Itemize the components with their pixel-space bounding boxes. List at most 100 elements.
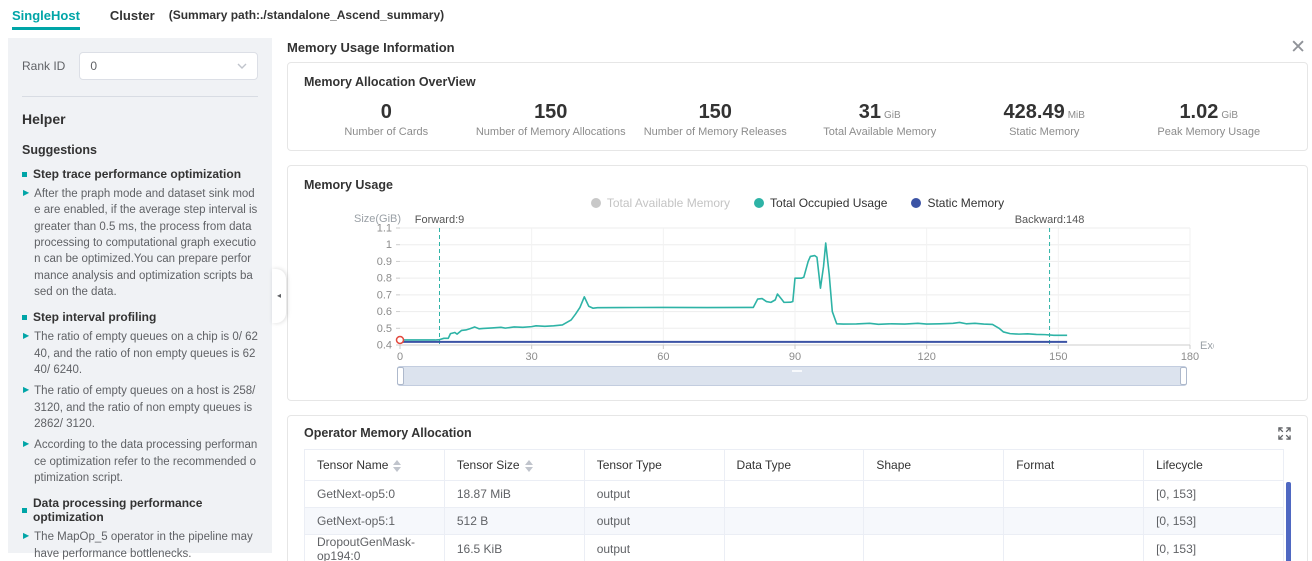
overview-stat: 150Number of Memory Allocations (469, 101, 634, 138)
page-title: Memory Usage Information (287, 40, 455, 55)
square-bullet-icon (22, 172, 27, 177)
suggestion-section: Step trace performance optimization ▶Afte… (22, 167, 258, 300)
table-row: GetNext-op5:018.87 MiBoutput [0, 153] (305, 481, 1284, 508)
svg-text:Execution ID: Execution ID (1200, 340, 1214, 352)
legend-item[interactable]: Static Memory (911, 196, 1004, 210)
suggestions-list: Step trace performance optimization ▶Afte… (22, 167, 258, 561)
tab-singlehost[interactable]: SingleHost (12, 8, 80, 23)
triangle-bullet-icon: ▶ (23, 386, 29, 432)
table-cell: output (584, 535, 724, 561)
svg-text:0.7: 0.7 (377, 289, 392, 301)
triangle-bullet-icon: ▶ (23, 189, 29, 300)
table-row: DropoutGenMask-op194:016.5 KiBoutput [0, … (305, 535, 1284, 561)
suggestions-title: Suggestions (22, 143, 258, 157)
svg-text:0.5: 0.5 (377, 323, 392, 335)
memory-usage-card-title: Memory Usage (304, 178, 1291, 192)
summary-path: (Summary path:./standalone_Ascend_summar… (169, 8, 444, 22)
slider-right-handle[interactable] (1180, 367, 1187, 385)
tab-cluster[interactable]: Cluster (110, 8, 155, 23)
operator-table-wrap: Tensor NameTensor SizeTensor TypeData Ty… (304, 449, 1291, 561)
overview-card-title: Memory Allocation OverView (304, 75, 1291, 89)
svg-text:30: 30 (526, 351, 538, 363)
overview-stat: 428.49MiBStatic Memory (962, 101, 1127, 138)
suggestion-section-title: Step interval profiling (22, 310, 258, 324)
table-cell (864, 508, 1004, 535)
suggestion-section: Step interval profiling ▶The ratio of emp… (22, 310, 258, 486)
square-bullet-icon (22, 315, 27, 320)
chart-legend: Total Available Memory Total Occupied Usa… (304, 194, 1291, 212)
table-cell: [0, 153] (1144, 508, 1284, 535)
table-cell: 512 B (444, 508, 584, 535)
square-bullet-icon (22, 508, 27, 513)
legend-item[interactable]: Total Occupied Usage (754, 196, 887, 210)
svg-text:0.4: 0.4 (377, 340, 392, 352)
triangle-bullet-icon: ▶ (23, 440, 29, 486)
top-tab-bar: SingleHost Cluster (Summary path:./stand… (0, 0, 1312, 30)
operator-memory-table: Tensor NameTensor SizeTensor TypeData Ty… (304, 449, 1284, 561)
svg-text:1: 1 (386, 239, 392, 251)
fullscreen-expand-icon[interactable] (1278, 427, 1291, 440)
triangle-bullet-icon: ▶ (23, 332, 29, 378)
legend-dot-icon (754, 198, 764, 208)
table-cell: output (584, 508, 724, 535)
sort-icon[interactable] (393, 460, 401, 472)
operator-memory-card: Operator Memory Allocation Tensor NameTe… (287, 415, 1308, 561)
overview-stat: 1.02GiBPeak Memory Usage (1127, 101, 1292, 138)
overview-stat: 0Number of Cards (304, 101, 469, 138)
suggestion-item: ▶The MapOp_5 operator in the pipeline ma… (22, 529, 258, 561)
sidebar-collapse-handle[interactable]: ◂ (272, 269, 286, 323)
suggestion-section-title: Step trace performance optimization (22, 167, 258, 181)
legend-dot-icon (911, 198, 921, 208)
table-cell: GetNext-op5:1 (305, 508, 445, 535)
sidebar-divider (22, 96, 258, 97)
legend-dot-icon (591, 198, 601, 208)
column-header: Tensor Type (584, 450, 724, 481)
table-cell (724, 481, 864, 508)
table-cell: 16.5 KiB (444, 535, 584, 561)
suggestion-item: ▶After the praph mode and dataset sink m… (22, 186, 258, 300)
chevron-down-icon (237, 63, 247, 69)
table-scrollbar[interactable] (1286, 482, 1291, 561)
close-icon[interactable]: ✕ (1290, 38, 1306, 57)
slider-left-handle[interactable] (397, 367, 404, 385)
overview-stat: 150Number of Memory Releases (633, 101, 798, 138)
helper-sidebar: Rank ID 0 Helper Suggestions Step trace … (8, 38, 272, 553)
svg-text:90: 90 (789, 351, 801, 363)
table-cell: [0, 153] (1144, 535, 1284, 561)
column-header[interactable]: Tensor Size (444, 450, 584, 481)
memory-usage-chart: 03060901201501800.40.50.60.70.80.911.1Si… (352, 212, 1214, 366)
main-panel: Memory Usage Information ✕ Memory Alloca… (272, 30, 1312, 561)
table-cell: output (584, 481, 724, 508)
svg-text:Size(GiB): Size(GiB) (354, 213, 401, 225)
sort-icon[interactable] (525, 460, 533, 472)
table-cell: DropoutGenMask-op194:0 (305, 535, 445, 561)
rank-id-value: 0 (90, 59, 97, 73)
suggestion-item: ▶The ratio of empty queues on a host is … (22, 383, 258, 432)
svg-text:60: 60 (657, 351, 669, 363)
table-cell: GetNext-op5:0 (305, 481, 445, 508)
svg-text:0.9: 0.9 (377, 256, 392, 268)
table-cell: [0, 153] (1144, 481, 1284, 508)
column-header: Shape (864, 450, 1004, 481)
table-cell (724, 535, 864, 561)
table-cell (864, 535, 1004, 561)
chart-range-slider[interactable] (397, 366, 1187, 386)
svg-text:0: 0 (397, 351, 403, 363)
svg-text:120: 120 (917, 351, 935, 363)
column-header[interactable]: Tensor Name (305, 450, 445, 481)
table-cell (1004, 481, 1144, 508)
suggestion-item: ▶According to the data processing perfor… (22, 437, 258, 486)
suggestion-section: Data processing performance optimization… (22, 496, 258, 561)
table-cell: 18.87 MiB (444, 481, 584, 508)
rank-id-label: Rank ID (22, 59, 65, 73)
collapse-arrow-icon: ◂ (277, 291, 281, 300)
rank-id-select[interactable]: 0 (79, 52, 258, 80)
legend-item[interactable]: Total Available Memory (591, 196, 730, 210)
column-header: Format (1004, 450, 1144, 481)
svg-text:0.8: 0.8 (377, 273, 392, 285)
table-row: GetNext-op5:1512 Boutput [0, 153] (305, 508, 1284, 535)
svg-text:180: 180 (1181, 351, 1199, 363)
svg-text:0.6: 0.6 (377, 306, 392, 318)
column-header: Lifecycle (1144, 450, 1284, 481)
memory-usage-card: Memory Usage Total Available MemoryTotal… (287, 165, 1308, 401)
